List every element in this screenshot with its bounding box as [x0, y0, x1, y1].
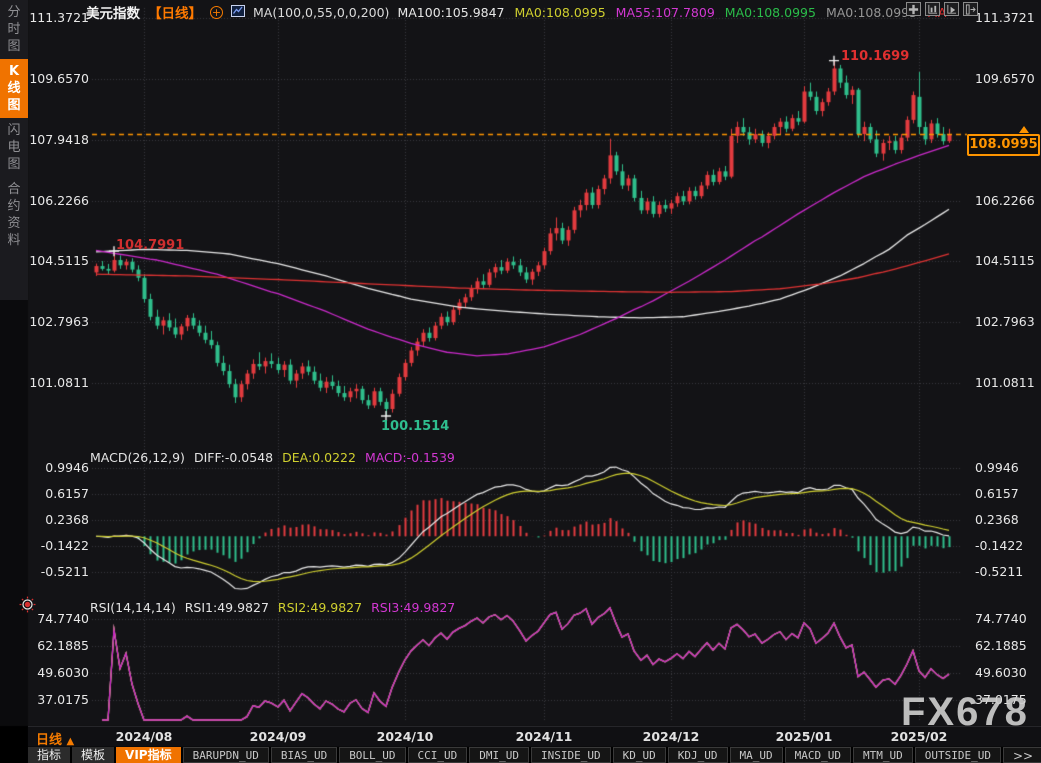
last-price-box: 108.0995	[967, 134, 1040, 156]
rsi-axis-label-right-2: 49.6030	[975, 665, 1039, 681]
add-indicator-icon[interactable]: +	[210, 6, 223, 19]
toolbar-tab-[interactable]: 指标	[28, 747, 70, 763]
symbol-title: 美元指数	[86, 2, 140, 22]
toolbar-tab-bias_ud[interactable]: BIAS_UD	[271, 747, 337, 763]
price-axis-label-left-3: 106.2266	[28, 193, 89, 209]
rsi-params-label: RSI(14,14,14)	[90, 600, 176, 615]
period-selector-label: 日线	[36, 733, 62, 748]
toolbar-tab-macd_ud[interactable]: MACD_UD	[785, 747, 851, 763]
rsi3-value: RSI3:49.9827	[371, 600, 455, 615]
sidebar-item-3[interactable]: 合 约 资 料	[0, 177, 28, 253]
ma-values: MA100:105.9847 MA0:108.0995 MA55:107.7809 M…	[397, 5, 946, 20]
price-axis-label-left-5: 102.7963	[28, 314, 89, 330]
date-label-2024-08: 2024/08	[116, 729, 173, 744]
rsi-axis-label-left-1: 62.1885	[28, 638, 89, 654]
toolbar-tab-kd_ud[interactable]: KD_UD	[613, 747, 666, 763]
price-axis-label-right-6: 101.0811	[975, 375, 1039, 391]
period-selector[interactable]: 日线 ▲	[36, 729, 74, 748]
price-axis-label-left-2: 107.9418	[28, 132, 89, 148]
macd-panel-title: MACD(26,12,9) DIFF:-0.0548 DEA:0.0222 MA…	[90, 450, 455, 465]
zoom-y-axis-icon[interactable]	[925, 2, 940, 16]
macd-axis-label-right-2: 0.2368	[975, 512, 1039, 528]
price-axis-label-right-5: 102.7963	[975, 314, 1039, 330]
date-label-2024-10: 2024/10	[377, 729, 434, 744]
mini-chart-icon	[231, 5, 245, 20]
toolbar-tab-dmi_ud[interactable]: DMI_UD	[469, 747, 529, 763]
rsi-axis-label-right-0: 74.7740	[975, 611, 1039, 627]
pan-icon[interactable]	[906, 2, 921, 16]
macd-axis-label-left-3: -0.1422	[28, 538, 89, 554]
date-label-2024-11: 2024/11	[516, 729, 573, 744]
price-axis-label-right-3: 106.2266	[975, 193, 1039, 209]
date-label-2025-01: 2025/01	[776, 729, 833, 744]
chart-type-sidebar: 分 时 图K 线 图闪 电 图合 约 资 料	[0, 0, 28, 300]
rsi1-value: RSI1:49.9827	[185, 600, 269, 615]
macd-axis-label-left-4: -0.5211	[28, 564, 89, 580]
toolbar-tab-[interactable]: 模板	[72, 747, 114, 763]
alert-dot-icon[interactable]	[19, 596, 36, 616]
ma-value-3: MA0:108.0995	[725, 5, 816, 20]
indicator-toolbar: 指标模板VIP指标BARUPDN_UDBIAS_UDBOLL_UDCCI_UDD…	[28, 747, 1041, 763]
time-axis-row: 日线 ▲ 2024/08 2024/09 2024/10 2024/11 2024/12…	[28, 726, 1041, 746]
chart-header: 美元指数 【日线】 + MA(100,0,55,0,0,200) MA100:1…	[86, 3, 946, 21]
ma-value-1: MA0:108.0995	[515, 5, 606, 20]
macd-axis-label-right-0: 0.9946	[975, 460, 1039, 476]
date-label-2024-12: 2024/12	[643, 729, 700, 744]
collapse-panel-icon[interactable]	[963, 2, 978, 16]
chart-canvas[interactable]	[0, 0, 1041, 763]
price-axis-label-right-1: 109.6570	[975, 71, 1039, 87]
macd-axis-label-right-3: -0.1422	[975, 538, 1039, 554]
swing-high-annotation: 104.7991	[116, 238, 184, 253]
toolbar-tab-boll_ud[interactable]: BOLL_UD	[339, 747, 405, 763]
toolbar-tab-barupdn_ud[interactable]: BARUPDN_UD	[183, 747, 269, 763]
price-axis-label-left-1: 109.6570	[28, 71, 89, 87]
toolbar-tab-outside_ud[interactable]: OUTSIDE_UD	[915, 747, 1001, 763]
price-axis-label-right-4: 104.5115	[975, 253, 1039, 269]
ma-value-2: MA55:107.7809	[616, 5, 715, 20]
price-up-arrow-icon	[1019, 126, 1029, 133]
rsi-panel-title: RSI(14,14,14) RSI1:49.9827 RSI2:49.9827 …	[90, 600, 455, 615]
rsi-axis-label-left-3: 37.0175	[28, 692, 89, 708]
macd-diff-value: DIFF:-0.0548	[194, 450, 273, 465]
ma-value-4: MA0:108.0995	[826, 5, 917, 20]
macd-axis-label-left-0: 0.9946	[28, 460, 89, 476]
macd-hist-value: MACD:-0.1539	[365, 450, 455, 465]
price-axis-label-left-0: 111.3721	[28, 10, 89, 26]
toolbar-tab-inside_ud[interactable]: INSIDE_UD	[531, 747, 611, 763]
ma-value-0: MA100:105.9847	[397, 5, 504, 20]
rsi2-value: RSI2:49.9827	[278, 600, 362, 615]
macd-axis-label-right-1: 0.6157	[975, 486, 1039, 502]
macd-axis-label-left-2: 0.2368	[28, 512, 89, 528]
window-controls	[906, 2, 978, 16]
zoom-x-axis-icon[interactable]	[944, 2, 959, 16]
ma-settings-label: MA(100,0,55,0,0,200)	[253, 5, 389, 20]
low-price-annotation: 100.1514	[381, 419, 449, 434]
price-axis-label-left-6: 101.0811	[28, 375, 89, 391]
sidebar-item-kline[interactable]: K 线 图	[0, 59, 28, 118]
macd-axis-label-left-1: 0.6157	[28, 486, 89, 502]
sidebar-item-0[interactable]: 分 时 图	[0, 0, 28, 59]
high-price-annotation: 110.1699	[841, 49, 909, 64]
price-axis-label-left-4: 104.5115	[28, 253, 89, 269]
macd-params-label: MACD(26,12,9)	[90, 450, 185, 465]
rsi-axis-label-right-1: 62.1885	[975, 638, 1039, 654]
triangle-up-icon: ▲	[67, 736, 75, 747]
trading-app-window: 分 时 图K 线 图闪 电 图合 约 资 料 美元指数 【日线】 + MA(10…	[0, 0, 1041, 763]
watermark: FX678	[901, 690, 1029, 735]
date-label-2024-09: 2024/09	[250, 729, 307, 744]
price-axis-label-right-0: 111.3721	[975, 10, 1039, 26]
toolbar-tab-kdj_ud[interactable]: KDJ_UD	[668, 747, 728, 763]
macd-dea-value: DEA:0.0222	[282, 450, 356, 465]
rsi-axis-label-left-0: 74.7740	[28, 611, 89, 627]
sidebar-item-2[interactable]: 闪 电 图	[0, 118, 28, 177]
toolbar-tab-vip[interactable]: VIP指标	[116, 747, 181, 763]
toolbar-tab-cci_ud[interactable]: CCI_UD	[408, 747, 468, 763]
toolbar-tab-[interactable]: >>	[1003, 747, 1041, 763]
period-tag: 【日线】	[148, 2, 202, 22]
rsi-axis-label-left-2: 49.6030	[28, 665, 89, 681]
toolbar-tab-mtm_ud[interactable]: MTM_UD	[853, 747, 913, 763]
toolbar-tab-ma_ud[interactable]: MA_UD	[730, 747, 783, 763]
macd-axis-label-right-4: -0.5211	[975, 564, 1039, 580]
